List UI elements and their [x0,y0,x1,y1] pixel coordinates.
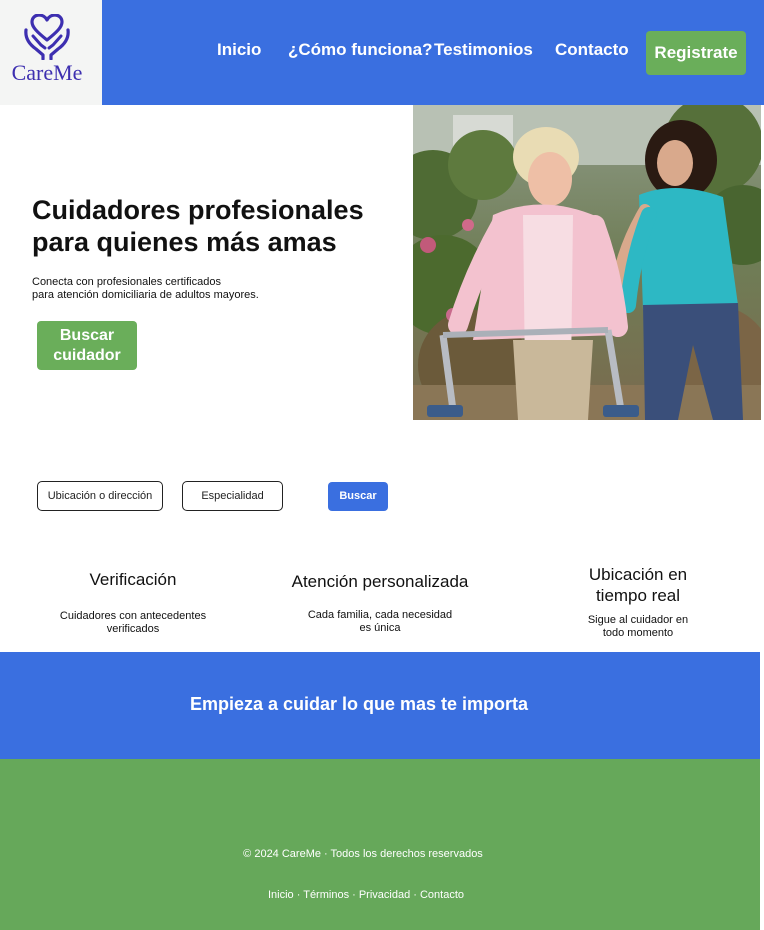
hero-title: Cuidadores profesionales para quienes má… [32,194,402,258]
feature-title: Verificación [40,569,226,590]
nav-link-testimonios[interactable]: Testimonios [434,40,533,60]
search-button[interactable]: Buscar [328,482,388,511]
feature-description: Sigue al cuidador en todo momento [556,614,720,640]
register-button[interactable]: Registrate [646,31,746,75]
feature-personalized-care: Atención personalizada Cada familia, cad… [270,571,490,635]
feature-description: Cada familia, cada necesidad es única [270,609,490,635]
caregiver-elderly-photo [413,105,761,420]
feature-title-line: Ubicación en [588,565,688,584]
feature-desc-line: es única [359,622,401,634]
find-caregiver-label: Buscar [59,326,115,344]
cta-text: Empieza a cuidar lo que mas te importa [189,694,529,714]
hero-subtitle-line: para atención domiciliaria de adultos ma… [32,289,259,301]
feature-title-line: tiempo real [595,586,681,605]
feature-verification: Verificación Cuidadores con antecedentes… [40,569,226,636]
feature-title-line: Verificación [89,570,177,589]
nav-link-contacto[interactable]: Contacto [555,40,629,60]
feature-real-time-location: Ubicación en tiempo real Sigue al cuidad… [556,564,720,640]
find-caregiver-button[interactable]: Buscar cuidador [37,321,137,370]
feature-desc-line: Sigue al cuidador en [587,614,689,626]
footer-links[interactable]: Inicio · Términos · Privacidad · Contact… [0,889,732,901]
feature-desc-line: verificados [106,623,160,635]
feature-desc-line: Cada familia, cada necesidad [307,609,453,621]
hero-title-line: para quienes más amas [32,227,337,257]
location-input[interactable] [37,481,163,511]
hero-subtitle-line: Conecta con profesionales certificados [32,276,221,288]
hero-photo [413,105,761,420]
brand-name: CareMe [11,60,83,85]
hero-title-line: Cuidadores profesionales [32,195,364,225]
nav-link-como-funciona[interactable]: ¿Cómo funciona? [288,40,432,60]
feature-desc-line: Cuidadores con antecedentes [59,610,207,622]
feature-desc-line: todo momento [602,627,674,639]
feature-title-line: Atención personalizada [291,572,469,591]
hero-subtitle: Conecta con profesionales certificados p… [32,276,259,302]
footer [0,759,760,930]
specialty-input[interactable] [182,481,283,511]
footer-copyright: © 2024 CareMe · Todos los derechos reser… [243,848,483,860]
find-caregiver-label: cuidador [53,346,121,364]
feature-title: Ubicación en tiempo real [556,564,720,606]
heart-hands-logo-icon [24,14,70,60]
feature-title: Atención personalizada [270,571,490,592]
logo[interactable]: CareMe [0,0,102,105]
nav-link-inicio[interactable]: Inicio [217,40,261,60]
feature-description: Cuidadores con antecedentes verificados [40,610,226,636]
